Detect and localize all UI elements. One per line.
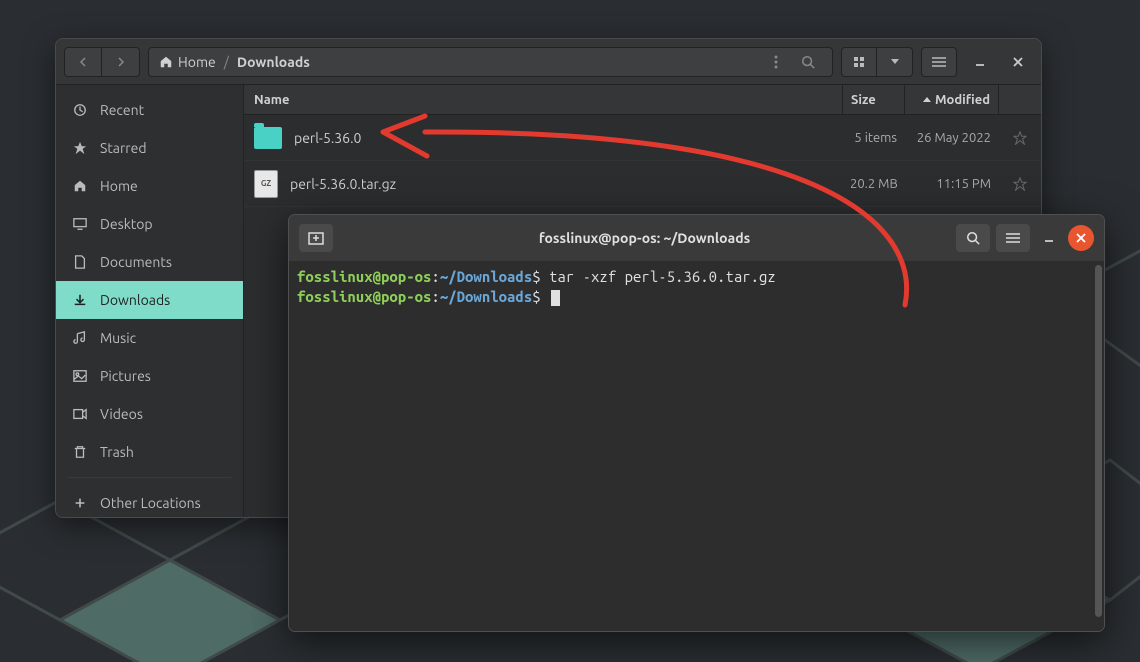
sidebar-separator: [68, 477, 231, 478]
path-menu-button[interactable]: [762, 47, 790, 77]
sidebar-item-label: Other Locations: [100, 495, 201, 511]
terminal-line: fosslinux@pop-os:~/Downloads$ tar -xzf p…: [297, 267, 1096, 287]
file-modified: 26 May 2022: [905, 131, 999, 145]
terminal-line: fosslinux@pop-os:~/Downloads$: [297, 287, 1096, 307]
sidebar-item-starred[interactable]: Starred: [56, 129, 243, 167]
breadcrumb-separator: /: [224, 54, 229, 70]
plus-icon: [72, 496, 88, 510]
sidebar-item-label: Music: [100, 330, 136, 346]
terminal-menu-button[interactable]: [996, 224, 1030, 252]
folder-icon: [254, 127, 282, 149]
file-size: 20.2 MB: [842, 177, 905, 191]
sidebar-item-home[interactable]: Home: [56, 167, 243, 205]
breadcrumb-home-label: Home: [178, 54, 216, 70]
sidebar-item-music[interactable]: Music: [56, 319, 243, 357]
sort-asc-icon: [923, 97, 931, 102]
terminal-scrollbar[interactable]: [1095, 265, 1102, 617]
sidebar-item-recent[interactable]: Recent: [56, 91, 243, 129]
breadcrumb-current[interactable]: Downloads: [237, 54, 310, 70]
pictures-icon: [72, 369, 88, 383]
sidebar-item-label: Documents: [100, 254, 172, 270]
view-mode-button[interactable]: [841, 47, 877, 77]
nav-buttons: [64, 47, 140, 77]
breadcrumb-home[interactable]: Home: [159, 54, 216, 70]
file-list-header: Name Size Modified: [244, 85, 1041, 115]
star-toggle[interactable]: [999, 131, 1041, 145]
file-name: perl-5.36.0.tar.gz: [290, 176, 396, 192]
file-row-folder[interactable]: perl-5.36.0 5 items 26 May 2022: [244, 115, 1041, 161]
terminal-window: fosslinux@pop-os: ~/Downloads fosslinux@…: [288, 214, 1105, 632]
column-header-modified-label: Modified: [935, 93, 990, 107]
terminal-body[interactable]: fosslinux@pop-os:~/Downloads$ tar -xzf p…: [289, 261, 1104, 631]
minimize-button[interactable]: [965, 47, 995, 77]
trash-icon: [72, 445, 88, 459]
file-row-archive[interactable]: GZ perl-5.36.0.tar.gz 20.2 MB 11:15 PM: [244, 161, 1041, 207]
sidebar-item-label: Recent: [100, 102, 144, 118]
terminal-minimize-button[interactable]: [1036, 225, 1062, 251]
sidebar-item-videos[interactable]: Videos: [56, 395, 243, 433]
star-icon: [72, 141, 88, 155]
sidebar-item-pictures[interactable]: Pictures: [56, 357, 243, 395]
file-manager-header: Home / Downloads: [56, 39, 1041, 85]
column-header-name[interactable]: Name: [244, 85, 843, 114]
search-button[interactable]: [794, 47, 822, 77]
sidebar-item-documents[interactable]: Documents: [56, 243, 243, 281]
sidebar-item-label: Home: [100, 178, 138, 194]
terminal-close-button[interactable]: [1068, 225, 1094, 251]
home-icon: [72, 179, 88, 193]
videos-icon: [72, 407, 88, 421]
sidebar-item-desktop[interactable]: Desktop: [56, 205, 243, 243]
file-name: perl-5.36.0: [294, 130, 361, 146]
file-size: 5 items: [842, 131, 905, 145]
sidebar-item-downloads[interactable]: Downloads: [56, 281, 243, 319]
music-icon: [72, 331, 88, 345]
column-header-size[interactable]: Size: [843, 85, 905, 114]
sidebar-item-label: Desktop: [100, 216, 153, 232]
view-dropdown-button[interactable]: [877, 47, 913, 77]
terminal-title: fosslinux@pop-os: ~/Downloads: [341, 230, 948, 246]
desktop-icon: [72, 217, 88, 231]
path-bar[interactable]: Home / Downloads: [148, 47, 833, 77]
sidebar-item-trash[interactable]: Trash: [56, 433, 243, 471]
archive-icon: GZ: [254, 170, 278, 198]
star-toggle[interactable]: [999, 177, 1041, 191]
sidebar-item-label: Videos: [100, 406, 143, 422]
hamburger-menu-button[interactable]: [921, 47, 957, 77]
terminal-new-tab-button[interactable]: [299, 224, 333, 252]
close-button[interactable]: [1003, 47, 1033, 77]
column-header-modified[interactable]: Modified: [905, 85, 999, 114]
sidebar-item-label: Pictures: [100, 368, 151, 384]
terminal-header: fosslinux@pop-os: ~/Downloads: [289, 215, 1104, 261]
sidebar-item-other-locations[interactable]: Other Locations: [56, 484, 243, 517]
file-modified: 11:15 PM: [905, 177, 999, 191]
terminal-search-button[interactable]: [956, 224, 990, 252]
sidebar-item-label: Starred: [100, 140, 147, 156]
sidebar: Recent Starred Home Desktop Documents Do…: [56, 85, 244, 517]
sidebar-item-label: Trash: [100, 444, 134, 460]
cursor-icon: [551, 290, 560, 306]
forward-button[interactable]: [102, 47, 140, 77]
sidebar-item-label: Downloads: [100, 292, 170, 308]
clock-icon: [72, 103, 88, 117]
documents-icon: [72, 255, 88, 269]
back-button[interactable]: [64, 47, 102, 77]
downloads-icon: [72, 293, 88, 307]
